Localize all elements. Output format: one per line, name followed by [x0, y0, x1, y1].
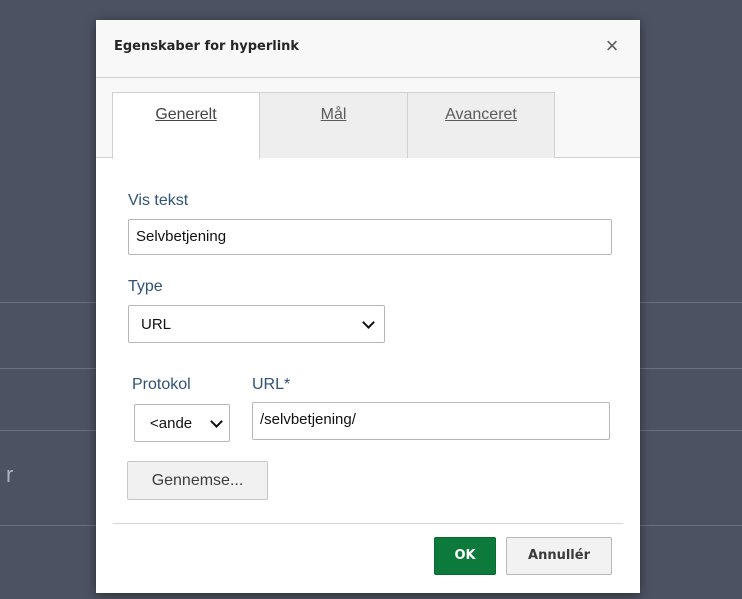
tab-label: Generelt: [155, 106, 217, 123]
type-label: Type: [128, 278, 163, 295]
tab-generelt[interactable]: Generelt: [112, 92, 260, 159]
backdrop-partial-text: r: [6, 462, 14, 487]
url-input[interactable]: /selvbetjening/: [252, 402, 610, 440]
chevron-down-icon: [210, 415, 223, 428]
footer-divider: [113, 523, 623, 524]
close-icon[interactable]: ×: [602, 34, 622, 58]
protocol-label: Protokol: [132, 376, 191, 393]
type-select[interactable]: URL: [128, 305, 385, 343]
chevron-down-icon: [362, 316, 375, 329]
browse-button[interactable]: Gennemse...: [127, 461, 268, 500]
tab-label: Mål: [320, 106, 347, 123]
dialog-title: Egenskaber for hyperlink: [114, 39, 300, 54]
tab-maal[interactable]: Mål: [259, 92, 408, 158]
display-text-label: Vis tekst: [128, 192, 189, 209]
tab-avanceret[interactable]: Avanceret: [407, 92, 555, 158]
url-label: URL*: [252, 376, 291, 393]
ok-button[interactable]: OK: [434, 537, 496, 575]
tab-bar: Generelt Mål Avanceret: [96, 78, 640, 159]
protocol-select[interactable]: <ande: [134, 404, 230, 442]
hyperlink-properties-dialog: Egenskaber for hyperlink × Generelt Mål …: [96, 20, 640, 593]
dialog-header: Egenskaber for hyperlink ×: [96, 20, 640, 78]
protocol-select-value: <ande: [150, 415, 193, 432]
display-text-input[interactable]: Selvbetjening: [128, 219, 612, 255]
type-select-value: URL: [141, 316, 172, 333]
cancel-button[interactable]: Annullér: [506, 537, 612, 575]
tab-label: Avanceret: [445, 106, 517, 123]
